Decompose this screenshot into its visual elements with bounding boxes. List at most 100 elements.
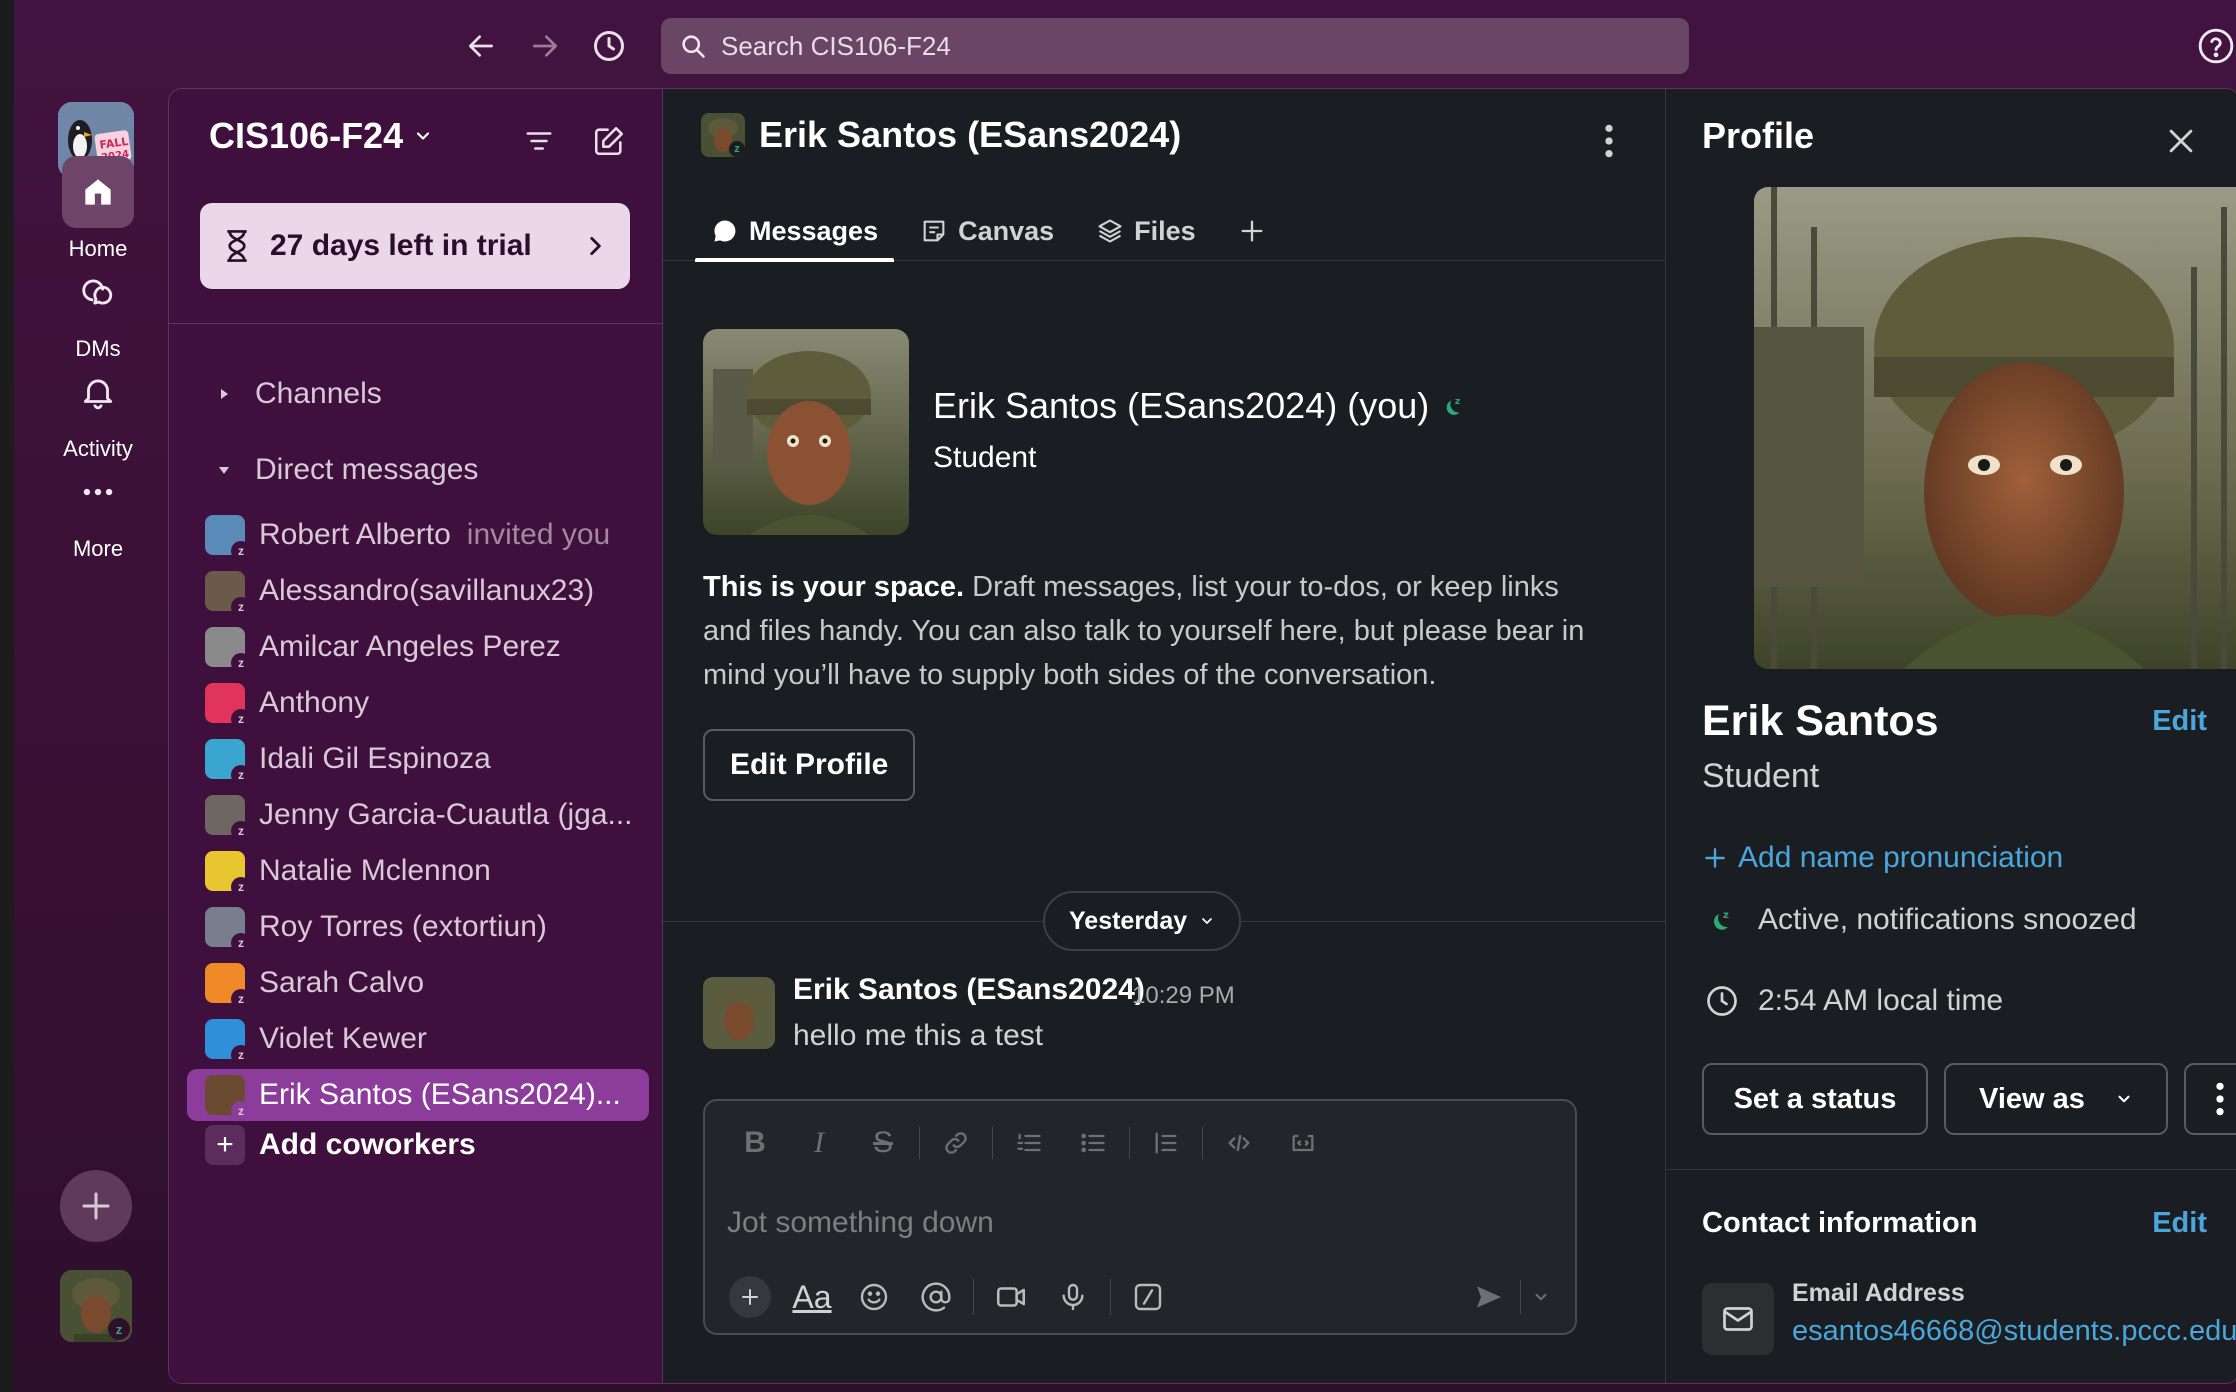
formatting-toggle-button[interactable]: Aa [781,1271,843,1323]
sidebar-dm-item[interactable]: z Idali Gil Espinoza [187,733,649,785]
message-input[interactable] [727,1197,1547,1249]
sidebar-dm-item[interactable]: z Robert Alberto invited you [187,509,649,561]
profile-photo[interactable] [1754,187,2236,669]
sidebar-dm-item[interactable]: z Alessandro(savillanux23) [187,565,649,617]
set-status-button[interactable]: Set a status [1702,1063,1928,1135]
emoji-icon[interactable] [843,1271,905,1323]
history-clock-icon[interactable] [587,24,631,68]
intro-bold-text: This is your space. [703,571,965,603]
forward-arrow-icon[interactable] [523,24,567,68]
sidebar-dm-item[interactable]: z Violet Kewer [187,1013,649,1065]
strikethrough-icon[interactable]: S [851,1121,915,1165]
dm-avatar: z [205,515,251,561]
sidebar-dm-item[interactable]: z Natalie Mclennon [187,845,649,897]
dm-avatar: z [205,907,251,953]
profile-edit-link[interactable]: Edit [2152,705,2207,738]
bulleted-list-icon[interactable] [1061,1121,1125,1165]
channels-label: Channels [255,377,382,410]
day-divider-button[interactable]: Yesterday [1043,891,1242,951]
message-text: hello me this a test [793,1019,1044,1052]
snooze-badge-icon: z [729,141,745,157]
sidebar-dm-item[interactable]: z Amilcar Angeles Perez [187,621,649,673]
microphone-icon[interactable] [1042,1271,1104,1323]
mention-icon[interactable] [905,1271,967,1323]
snooze-badge-icon: z [231,597,251,617]
conversation-header: z Erik Santos (ESans2024) Messages Canva… [663,89,1665,262]
user-avatar[interactable]: z [60,1270,132,1342]
profile-more-icon[interactable] [2184,1063,2236,1135]
view-as-button[interactable]: View as [1944,1063,2168,1135]
tab-canvas[interactable]: Canvas [904,201,1070,261]
add-tab-button[interactable] [1222,201,1282,261]
dm-avatar: z [205,851,251,897]
email-link[interactable]: esantos46668@students.pccc.edu [1792,1315,2236,1348]
contact-edit-link[interactable]: Edit [2152,1207,2207,1240]
toolbar-separator [1202,1127,1203,1159]
ordered-list-icon[interactable] [997,1121,1061,1165]
close-icon[interactable] [2157,117,2205,165]
rail-more[interactable]: More [28,456,168,562]
dms-icon [62,256,134,328]
message-author[interactable]: Erik Santos (ESans2024) [793,973,1145,1007]
channel-sidebar: CIS106-F24 27 days left in trial Channel… [169,89,663,1383]
tab-files[interactable]: Files [1080,201,1212,261]
contact-info-title: Contact information [1702,1207,1978,1239]
home-icon [62,156,134,228]
slash-command-icon[interactable] [1117,1271,1179,1323]
search-bar[interactable]: Search CIS106-F24 [661,18,1689,74]
link-icon[interactable] [924,1121,988,1165]
send-icon[interactable] [1458,1271,1520,1323]
code-icon[interactable] [1207,1121,1271,1165]
channels-section-toggle[interactable]: Channels [209,377,382,411]
bold-icon[interactable]: B [723,1121,787,1165]
svg-text:z: z [1723,910,1729,921]
sidebar-dm-item[interactable]: z Sarah Calvo [187,957,649,1009]
blockquote-icon[interactable] [1134,1121,1198,1165]
video-clip-icon[interactable] [980,1271,1042,1323]
help-icon[interactable] [2194,24,2236,68]
day-divider-label: Yesterday [1069,906,1188,935]
add-coworkers-button[interactable]: + Add coworkers [187,1119,649,1171]
profile-status-text: Active, notifications snoozed [1758,903,2137,936]
toolbar-separator [1129,1127,1130,1159]
snooze-badge-icon: z [231,877,251,897]
composer-actions: Aa [719,1269,1179,1325]
sidebar-dm-item[interactable]: z Erik Santos (ESans2024)... [187,1069,649,1121]
back-arrow-icon[interactable] [459,24,503,68]
code-block-icon[interactable] [1271,1121,1335,1165]
trial-banner-button[interactable]: 27 days left in trial [200,203,630,289]
envelope-icon [1702,1283,1774,1355]
snooze-badge-icon: z [231,933,251,953]
snooze-badge-icon: z [108,1318,130,1340]
tab-messages-label: Messages [749,215,879,246]
conversation-menu-icon[interactable] [1589,119,1629,163]
compose-icon[interactable] [587,119,631,163]
filter-icon[interactable] [517,119,561,163]
rail-home[interactable]: Home [28,156,168,262]
message-avatar[interactable] [703,977,775,1049]
sidebar-dm-item[interactable]: z Roy Torres (extortiun) [187,901,649,953]
files-icon [1096,217,1124,245]
add-pronunciation-link[interactable]: Add name pronunciation [1702,841,2063,875]
snooze-badge-icon: z [231,989,251,1009]
caret-right-icon [209,386,239,402]
top-bar: Search CIS106-F24 [28,0,2236,88]
workspace-name-button[interactable]: CIS106-F24 [209,115,433,157]
tab-messages[interactable]: Messages [695,201,895,262]
toolbar-separator [992,1127,993,1159]
dms-section-toggle[interactable]: Direct messages [209,453,478,487]
add-workspace-button[interactable] [60,1170,132,1242]
message-timestamp[interactable]: 10:29 PM [1132,982,1235,1010]
attach-plus-button[interactable] [719,1271,781,1323]
sidebar-dm-item[interactable]: z Jenny Garcia-Cuautla (jga... [187,789,649,841]
schedule-send-chevron-icon[interactable] [1521,1271,1561,1323]
conversation-title-button[interactable]: z Erik Santos (ESans2024) [701,113,1181,157]
rail-dms[interactable]: DMs [28,256,168,362]
dm-name: Anthony [259,686,370,719]
sidebar-dm-item[interactable]: z Anthony [187,677,649,729]
profile-name: Erik Santos [1702,697,1939,745]
rail-activity[interactable]: Activity [28,356,168,462]
italic-icon[interactable]: I [787,1121,851,1165]
edit-profile-button[interactable]: Edit Profile [703,729,916,801]
intro-avatar[interactable] [703,329,909,535]
